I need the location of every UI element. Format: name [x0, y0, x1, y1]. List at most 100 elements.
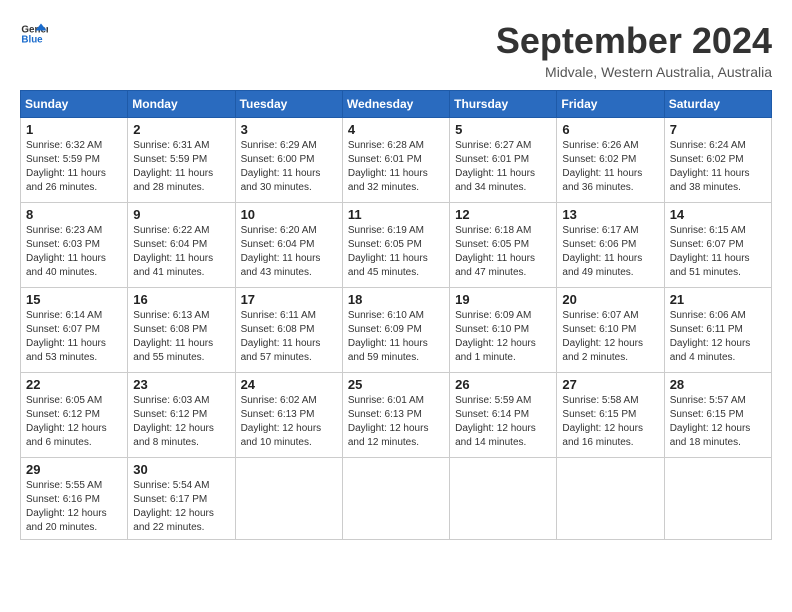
day-number: 23	[133, 377, 229, 392]
logo: General Blue	[20, 20, 48, 48]
day-info: Sunrise: 6:10 AMSunset: 6:09 PMDaylight:…	[348, 309, 444, 365]
day-info: Sunrise: 6:26 AMSunset: 6:02 PMDaylight:…	[562, 139, 658, 195]
day-number: 5	[455, 122, 551, 137]
calendar-day-cell: 30 Sunrise: 5:54 AMSunset: 6:17 PMDaylig…	[128, 458, 235, 540]
day-number: 22	[26, 377, 122, 392]
calendar-day-cell	[450, 458, 557, 540]
day-number: 21	[670, 292, 766, 307]
day-number: 7	[670, 122, 766, 137]
header-tuesday: Tuesday	[235, 91, 342, 118]
calendar-day-cell: 10 Sunrise: 6:20 AMSunset: 6:04 PMDaylig…	[235, 203, 342, 288]
day-info: Sunrise: 6:03 AMSunset: 6:12 PMDaylight:…	[133, 394, 229, 450]
header-saturday: Saturday	[664, 91, 771, 118]
day-info: Sunrise: 5:57 AMSunset: 6:15 PMDaylight:…	[670, 394, 766, 450]
header-monday: Monday	[128, 91, 235, 118]
calendar-day-cell: 23 Sunrise: 6:03 AMSunset: 6:12 PMDaylig…	[128, 373, 235, 458]
day-info: Sunrise: 6:22 AMSunset: 6:04 PMDaylight:…	[133, 224, 229, 280]
day-info: Sunrise: 6:19 AMSunset: 6:05 PMDaylight:…	[348, 224, 444, 280]
day-info: Sunrise: 6:17 AMSunset: 6:06 PMDaylight:…	[562, 224, 658, 280]
calendar-day-cell	[664, 458, 771, 540]
day-info: Sunrise: 6:05 AMSunset: 6:12 PMDaylight:…	[26, 394, 122, 450]
day-number: 17	[241, 292, 337, 307]
day-info: Sunrise: 6:15 AMSunset: 6:07 PMDaylight:…	[670, 224, 766, 280]
calendar-week-row: 15 Sunrise: 6:14 AMSunset: 6:07 PMDaylig…	[21, 288, 772, 373]
day-number: 14	[670, 207, 766, 222]
day-info: Sunrise: 5:58 AMSunset: 6:15 PMDaylight:…	[562, 394, 658, 450]
day-info: Sunrise: 6:18 AMSunset: 6:05 PMDaylight:…	[455, 224, 551, 280]
calendar-day-cell: 3 Sunrise: 6:29 AMSunset: 6:00 PMDayligh…	[235, 118, 342, 203]
day-number: 25	[348, 377, 444, 392]
day-info: Sunrise: 6:14 AMSunset: 6:07 PMDaylight:…	[26, 309, 122, 365]
day-info: Sunrise: 6:32 AMSunset: 5:59 PMDaylight:…	[26, 139, 122, 195]
day-number: 20	[562, 292, 658, 307]
title-area: September 2024 Midvale, Western Australi…	[496, 20, 772, 80]
calendar-table: Sunday Monday Tuesday Wednesday Thursday…	[20, 90, 772, 540]
calendar-day-cell: 26 Sunrise: 5:59 AMSunset: 6:14 PMDaylig…	[450, 373, 557, 458]
calendar-day-cell: 22 Sunrise: 6:05 AMSunset: 6:12 PMDaylig…	[21, 373, 128, 458]
calendar-day-cell: 13 Sunrise: 6:17 AMSunset: 6:06 PMDaylig…	[557, 203, 664, 288]
day-number: 28	[670, 377, 766, 392]
calendar-day-cell: 7 Sunrise: 6:24 AMSunset: 6:02 PMDayligh…	[664, 118, 771, 203]
day-number: 13	[562, 207, 658, 222]
day-info: Sunrise: 6:29 AMSunset: 6:00 PMDaylight:…	[241, 139, 337, 195]
day-info: Sunrise: 6:11 AMSunset: 6:08 PMDaylight:…	[241, 309, 337, 365]
day-info: Sunrise: 6:06 AMSunset: 6:11 PMDaylight:…	[670, 309, 766, 365]
header-sunday: Sunday	[21, 91, 128, 118]
calendar-day-cell: 21 Sunrise: 6:06 AMSunset: 6:11 PMDaylig…	[664, 288, 771, 373]
day-number: 8	[26, 207, 122, 222]
calendar-day-cell	[235, 458, 342, 540]
day-info: Sunrise: 6:07 AMSunset: 6:10 PMDaylight:…	[562, 309, 658, 365]
calendar-day-cell: 27 Sunrise: 5:58 AMSunset: 6:15 PMDaylig…	[557, 373, 664, 458]
day-number: 2	[133, 122, 229, 137]
calendar-week-row: 22 Sunrise: 6:05 AMSunset: 6:12 PMDaylig…	[21, 373, 772, 458]
calendar-day-cell: 18 Sunrise: 6:10 AMSunset: 6:09 PMDaylig…	[342, 288, 449, 373]
calendar-day-cell: 11 Sunrise: 6:19 AMSunset: 6:05 PMDaylig…	[342, 203, 449, 288]
calendar-day-cell: 1 Sunrise: 6:32 AMSunset: 5:59 PMDayligh…	[21, 118, 128, 203]
day-number: 27	[562, 377, 658, 392]
calendar-day-cell: 15 Sunrise: 6:14 AMSunset: 6:07 PMDaylig…	[21, 288, 128, 373]
day-number: 19	[455, 292, 551, 307]
day-number: 11	[348, 207, 444, 222]
calendar-day-cell: 2 Sunrise: 6:31 AMSunset: 5:59 PMDayligh…	[128, 118, 235, 203]
day-info: Sunrise: 5:55 AMSunset: 6:16 PMDaylight:…	[26, 479, 122, 535]
day-info: Sunrise: 6:23 AMSunset: 6:03 PMDaylight:…	[26, 224, 122, 280]
day-number: 18	[348, 292, 444, 307]
logo-icon: General Blue	[20, 20, 48, 48]
calendar-day-cell: 5 Sunrise: 6:27 AMSunset: 6:01 PMDayligh…	[450, 118, 557, 203]
page-header: General Blue September 2024 Midvale, Wes…	[20, 20, 772, 80]
day-info: Sunrise: 6:09 AMSunset: 6:10 PMDaylight:…	[455, 309, 551, 365]
calendar-day-cell: 4 Sunrise: 6:28 AMSunset: 6:01 PMDayligh…	[342, 118, 449, 203]
day-number: 12	[455, 207, 551, 222]
day-number: 6	[562, 122, 658, 137]
day-info: Sunrise: 6:24 AMSunset: 6:02 PMDaylight:…	[670, 139, 766, 195]
header-wednesday: Wednesday	[342, 91, 449, 118]
calendar-day-cell: 8 Sunrise: 6:23 AMSunset: 6:03 PMDayligh…	[21, 203, 128, 288]
day-info: Sunrise: 6:28 AMSunset: 6:01 PMDaylight:…	[348, 139, 444, 195]
calendar-header-row: Sunday Monday Tuesday Wednesday Thursday…	[21, 91, 772, 118]
calendar-week-row: 29 Sunrise: 5:55 AMSunset: 6:16 PMDaylig…	[21, 458, 772, 540]
month-title: September 2024	[496, 20, 772, 62]
day-number: 16	[133, 292, 229, 307]
header-thursday: Thursday	[450, 91, 557, 118]
day-number: 1	[26, 122, 122, 137]
day-number: 4	[348, 122, 444, 137]
location-subtitle: Midvale, Western Australia, Australia	[496, 64, 772, 80]
day-number: 26	[455, 377, 551, 392]
calendar-day-cell	[557, 458, 664, 540]
day-number: 29	[26, 462, 122, 477]
day-number: 9	[133, 207, 229, 222]
day-number: 15	[26, 292, 122, 307]
calendar-day-cell: 12 Sunrise: 6:18 AMSunset: 6:05 PMDaylig…	[450, 203, 557, 288]
day-info: Sunrise: 5:54 AMSunset: 6:17 PMDaylight:…	[133, 479, 229, 535]
day-info: Sunrise: 6:02 AMSunset: 6:13 PMDaylight:…	[241, 394, 337, 450]
day-number: 3	[241, 122, 337, 137]
header-friday: Friday	[557, 91, 664, 118]
day-info: Sunrise: 6:20 AMSunset: 6:04 PMDaylight:…	[241, 224, 337, 280]
calendar-day-cell: 9 Sunrise: 6:22 AMSunset: 6:04 PMDayligh…	[128, 203, 235, 288]
day-info: Sunrise: 5:59 AMSunset: 6:14 PMDaylight:…	[455, 394, 551, 450]
calendar-day-cell: 24 Sunrise: 6:02 AMSunset: 6:13 PMDaylig…	[235, 373, 342, 458]
day-number: 30	[133, 462, 229, 477]
day-number: 24	[241, 377, 337, 392]
calendar-day-cell: 17 Sunrise: 6:11 AMSunset: 6:08 PMDaylig…	[235, 288, 342, 373]
day-info: Sunrise: 6:13 AMSunset: 6:08 PMDaylight:…	[133, 309, 229, 365]
